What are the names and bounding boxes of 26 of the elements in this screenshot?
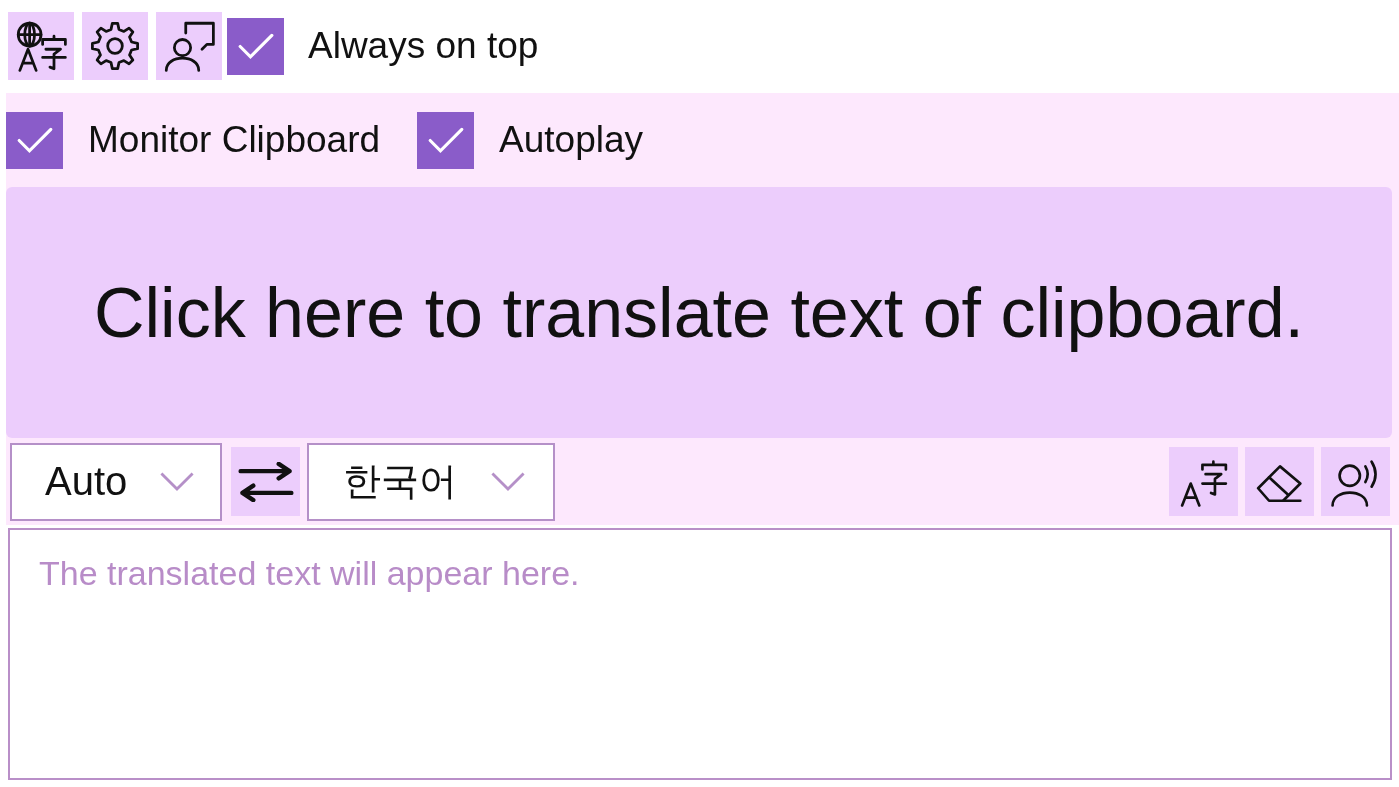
translate-button[interactable] bbox=[1169, 447, 1238, 516]
target-language-dropdown[interactable]: 한국어 bbox=[307, 442, 555, 521]
chevron-down-icon bbox=[491, 471, 525, 492]
globe-letters-icon bbox=[15, 20, 67, 72]
option-label: Autoplay bbox=[499, 119, 644, 161]
translate-clipboard-button[interactable]: Click here to translate text of clipboard. bbox=[6, 187, 1392, 438]
checkmark-icon bbox=[236, 31, 275, 61]
source-language-dropdown[interactable]: Auto bbox=[10, 442, 222, 521]
person-speech-bubble-icon bbox=[163, 20, 215, 72]
chevron-down-icon bbox=[160, 471, 194, 492]
speak-button[interactable] bbox=[1321, 447, 1390, 516]
checkmark-icon bbox=[426, 125, 465, 155]
option-label: Monitor Clipboard bbox=[88, 119, 381, 161]
swap-arrows-icon bbox=[236, 461, 295, 502]
feedback-button[interactable] bbox=[156, 12, 222, 80]
translate-settings-button[interactable] bbox=[8, 12, 74, 80]
swap-languages-button[interactable] bbox=[231, 447, 300, 516]
always-on-top-checkbox[interactable] bbox=[227, 17, 284, 75]
option-checkbox[interactable] bbox=[6, 111, 63, 169]
always-on-top-label: Always on top bbox=[308, 25, 539, 67]
settings-button[interactable] bbox=[82, 12, 148, 80]
settings-icon bbox=[89, 20, 141, 72]
translation-output-field[interactable]: The translated text will appear here. bbox=[8, 528, 1392, 780]
clear-button[interactable] bbox=[1245, 447, 1314, 516]
option-checkbox[interactable] bbox=[417, 111, 475, 169]
checkmark-icon bbox=[15, 125, 54, 155]
